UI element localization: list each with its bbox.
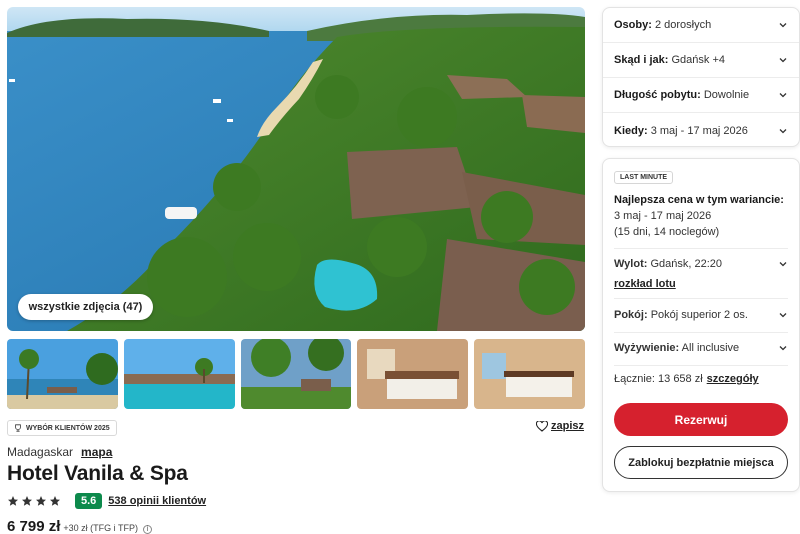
thumbnail-bedroom-2[interactable] [474,339,585,409]
chevron-down-icon [779,346,787,351]
total-price: Łącznie: 13 658 zł szczegóły [614,373,759,385]
map-link[interactable]: mapa [81,445,112,459]
divider [614,248,788,249]
location: Madagaskar mapa [7,445,112,459]
all-photos-button[interactable]: wszystkie zdjęcia (47) [18,294,153,320]
star-icon [22,496,32,506]
filter-departure[interactable]: Skąd i jak: Gdańsk +4 [603,43,799,78]
board-value: All inclusive [681,342,740,354]
country-label: Madagaskar [7,445,74,459]
price-extra: +30 zł (TFG i TFP) [63,523,138,533]
reviews-link[interactable]: 538 opinii klientów [108,495,206,507]
chevron-down-icon [779,58,787,63]
best-price-info: Najlepsza cena w tym wariancie: 3 maj - … [614,192,784,240]
filter-label: Osoby: [614,19,652,31]
flight-value: Gdańsk, 22:20 [650,258,723,270]
chevron-down-icon [779,128,787,133]
flight-schedule-link[interactable]: rozkład lotu [614,278,676,290]
chevron-down-icon [779,93,787,98]
room-value: Pokój superior 2 os. [650,309,748,321]
hotel-main-photo[interactable] [7,7,585,331]
info-icon[interactable]: i [142,524,152,534]
offer-panel: LAST MINUTE Najlepsza cena w tym warianc… [602,158,800,492]
photo-thumbnails [7,339,585,409]
block-seats-button[interactable]: Zablokuj bezpłatnie miejsca [614,446,788,479]
chevron-down-icon [779,23,787,28]
price-row: 6 799 zł +30 zł (TFG i TFP) i [7,518,152,534]
divider [614,298,788,299]
best-price-label: Najlepsza cena w tym wariancie: [614,194,784,206]
thumbnail-bedroom[interactable] [357,339,469,409]
save-button[interactable]: zapisz [536,420,584,432]
star-icon [36,496,46,506]
offer-dates: 3 maj - 17 maj 2026 [614,210,712,222]
filter-value: 2 dorosłych [654,19,712,31]
flight-row[interactable]: Wylot: Gdańsk, 22:20 [614,256,788,272]
filter-value: Dowolnie [703,89,750,101]
room-label: Pokój: [614,309,648,321]
filter-value: Gdańsk +4 [671,54,725,66]
board-selector[interactable]: Wyżywienie: All inclusive [614,340,788,356]
badge-label: WYBÓR KLIENTÓW 2025 [26,424,110,432]
board-label: Wyżywienie: [614,342,680,354]
filter-persons[interactable]: Osoby: 2 dorosłych [603,8,799,43]
heart-icon [536,420,548,432]
filter-label: Kiedy: [614,124,648,137]
filter-duration[interactable]: Długość pobytu: Dowolnie [603,78,799,113]
search-filters-panel: Osoby: 2 dorosłych Skąd i jak: Gdańsk +4… [602,7,800,147]
filter-dates[interactable]: Kiedy: 3 maj - 17 maj 2026 [603,113,799,148]
total-label: Łącznie: 13 658 zł [614,373,703,385]
last-minute-tag: LAST MINUTE [614,171,674,184]
hotel-name: Hotel Vanila & Spa [7,462,188,485]
save-label: zapisz [551,420,585,432]
price: 6 799 zł [7,518,61,534]
chevron-down-icon [779,262,787,267]
divider [614,365,788,366]
thumbnail-pool[interactable] [123,339,235,409]
divider [614,332,788,333]
hotel-stars [7,495,61,507]
filter-value: 3 maj - 17 maj 2026 [650,124,748,137]
room-selector[interactable]: Pokój: Pokój superior 2 os. [614,307,788,323]
offer-duration: (15 dni, 14 noclegów) [614,226,720,238]
rating-row: 5.6 538 opinii klientów [7,493,206,509]
flight-info: Wylot: Gdańsk, 22:20 rozkład lotu [614,256,788,290]
trophy-icon [15,424,21,432]
thumbnail-garden[interactable] [240,339,352,409]
thumbnail-beach-palms[interactable] [7,339,118,409]
client-choice-badge: WYBÓR KLIENTÓW 2025 [7,420,117,436]
book-button[interactable]: Rezerwuj [614,403,788,436]
filter-label: Skąd i jak: [614,54,669,66]
details-link[interactable]: szczegóły [707,373,759,385]
star-icon [50,496,60,506]
star-icon [8,496,18,506]
flight-label: Wylot: [614,258,648,270]
filter-label: Długość pobytu: [614,89,701,101]
chevron-down-icon [779,313,787,318]
review-score: 5.6 [75,493,103,509]
